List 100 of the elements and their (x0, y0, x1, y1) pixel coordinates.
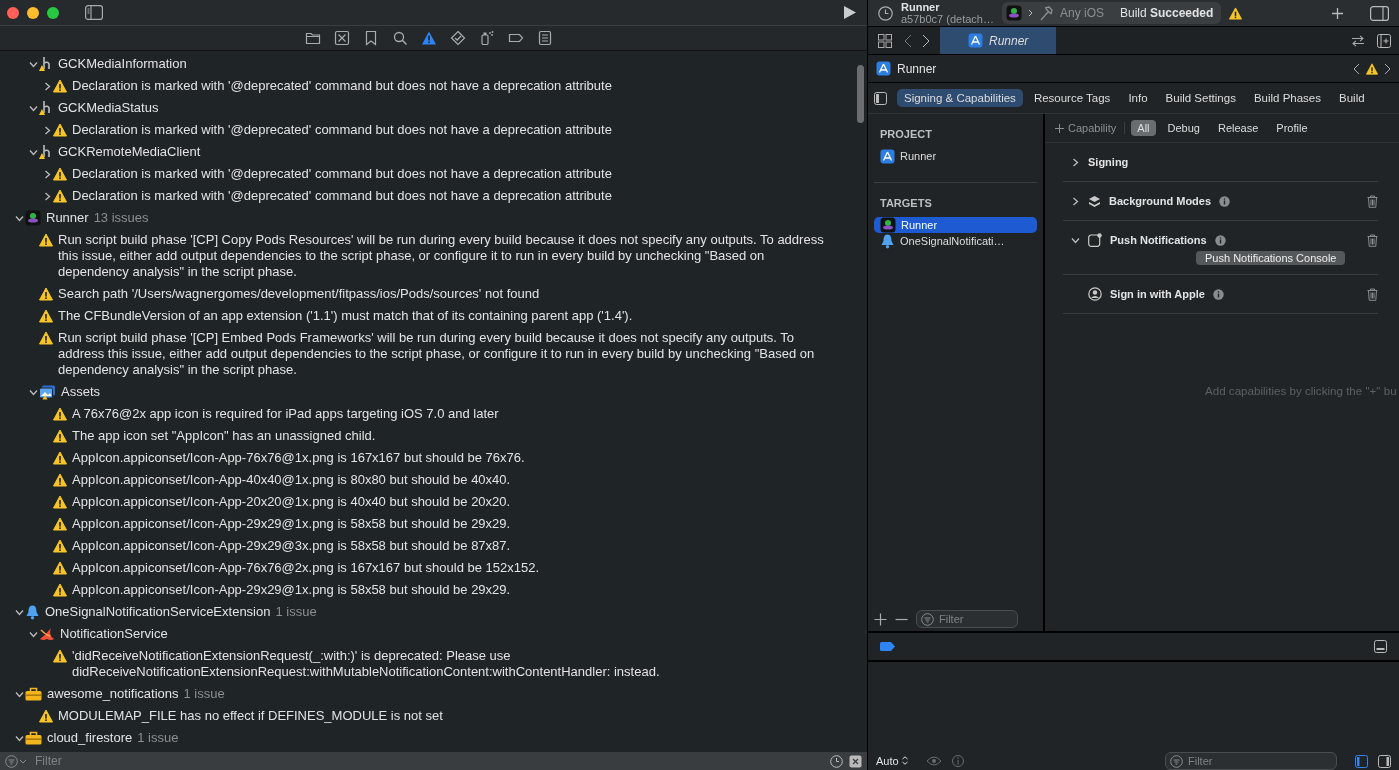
disclosure-chevron[interactable] (42, 81, 52, 91)
issue-message[interactable]: 'didReceiveNotificationExtensionRequest(_:with:)' is deprecated: Please use didReceiveNotificationExtensionRequest:withMutableNotificationContent:withContentHandler: instead. (72, 645, 842, 683)
settings-tab[interactable]: Signing & Capabilities (897, 89, 1023, 107)
disclosure-chevron[interactable] (14, 689, 24, 699)
disclosure-chevron[interactable] (42, 191, 52, 201)
settings-tab[interactable]: Build Phases (1246, 89, 1328, 107)
project-item[interactable]: Runner (874, 148, 1037, 164)
target-item[interactable]: OneSignalNotificati… (874, 233, 1037, 249)
disclosure-chevron[interactable] (28, 387, 38, 397)
issue-group-name[interactable]: NotificationService (60, 623, 168, 645)
scrollbar-thumb[interactable] (857, 65, 864, 123)
issue-message[interactable]: AppIcon.appiconset/Icon-App-29x29@3x.png is 58x58 but should be 87x87. (72, 535, 511, 557)
editor-tab[interactable]: Runner (940, 27, 1057, 54)
add-editor-icon[interactable] (1377, 33, 1391, 48)
console-button[interactable]: Push Notifications Console (1196, 251, 1346, 265)
configuration-filter[interactable]: Debug (1161, 120, 1206, 136)
configuration-filter[interactable]: All (1131, 120, 1156, 136)
issue-message[interactable]: AppIcon.appiconset/Icon-App-20x20@1x.png is 40x40 but should be 20x20. (72, 491, 511, 513)
scheme-destination-selector[interactable]: Any iOS Build Succeeded (1001, 2, 1222, 24)
inspector-toggle-icon[interactable] (1370, 5, 1389, 21)
settings-tab[interactable]: Build (1332, 89, 1372, 107)
configuration-filter[interactable]: Profile (1270, 120, 1314, 136)
issue-message[interactable]: AppIcon.appiconset/Icon-App-29x29@1x.png is 58x58 but should be 29x29. (72, 579, 511, 601)
disclosure-chevron[interactable] (28, 147, 38, 157)
issue-message[interactable]: Run script build phase '[CP] Copy Pods Resources' will be run during every build because it does not specify any outputs. To address this issue, either add output dependencies to the script phase, or configure it to run in every build by unchecking "Based on dependency analysis" in the script phase. (58, 229, 828, 283)
disclosure-chevron[interactable] (28, 59, 38, 69)
issue-message[interactable]: Declaration is marked with '@deprecated' command but does not have a deprecation attribute (72, 185, 612, 207)
issue-message[interactable]: Declaration is marked with '@deprecated' command but does not have a deprecation attribute (72, 119, 612, 141)
run-icon[interactable] (843, 5, 857, 20)
issue-message[interactable]: AppIcon.appiconset/Icon-App-76x76@1x.png is 167x167 but should be 76x76. (72, 447, 525, 469)
issue-message[interactable]: AppIcon.appiconset/Icon-App-29x29@1x.png is 58x58 but should be 29x29. (72, 513, 511, 535)
configuration-filter[interactable]: Release (1211, 120, 1265, 136)
info-icon[interactable] (1219, 195, 1231, 207)
issue-message[interactable]: The CFBundleVersion of an app extension ('1.1') must match that of its containing parent app ('1.4'). (58, 305, 633, 327)
issue-group-name[interactable]: cloud_firestore (47, 727, 133, 749)
settings-tab[interactable]: Resource Tags (1026, 89, 1118, 107)
filter-field[interactable]: Filter (916, 610, 1018, 628)
settings-tab[interactable]: Info (1121, 89, 1155, 107)
clock-icon[interactable] (878, 5, 893, 21)
disclosure-chevron[interactable] (1071, 157, 1080, 167)
forward-icon[interactable] (922, 33, 930, 48)
issue-group-name[interactable]: Assets (61, 381, 100, 403)
previous-issue-icon[interactable] (1353, 62, 1360, 75)
issue-message[interactable]: A 76x76@2x app icon is required for iPad apps targeting iOS 7.0 and later (72, 403, 499, 425)
add-icon[interactable] (874, 612, 887, 626)
eye-icon[interactable] (925, 756, 942, 766)
issue-message[interactable]: AppIcon.appiconset/Icon-App-76x76@2x.png is 167x167 but should be 152x152. (72, 557, 540, 579)
back-icon[interactable] (904, 33, 912, 48)
filter-menu-icon[interactable] (5, 754, 29, 768)
trash-icon[interactable] (1367, 287, 1378, 301)
right-panel-toggle-icon[interactable] (1378, 754, 1391, 768)
sidebar-toggle-icon[interactable] (85, 5, 103, 20)
issue-group-name[interactable]: Runner (46, 207, 89, 229)
close-icon[interactable] (849, 754, 862, 768)
add-capability-button[interactable]: Capability (1055, 122, 1126, 134)
disclosure-chevron[interactable] (14, 733, 24, 743)
grid-icon[interactable] (878, 33, 892, 48)
disclosure-chevron[interactable] (14, 213, 24, 223)
disclosure-chevron[interactable] (14, 607, 24, 617)
minimize-window-button[interactable] (27, 6, 39, 19)
filter-bar[interactable]: Filter (0, 752, 867, 770)
issue-message[interactable]: MODULEMAP_FILE has no effect if DEFINES_MODULE is not set (58, 705, 443, 727)
issue-group-name[interactable]: OneSignalNotificationServiceExtension (45, 601, 271, 623)
issue-message[interactable]: Declaration is marked with '@deprecated' command but does not have a deprecation attribute (72, 163, 612, 185)
recent-clock-icon[interactable] (830, 754, 843, 768)
issue-group-name[interactable]: GCKMediaInformation (58, 53, 187, 75)
settings-tab[interactable]: Build Settings (1158, 89, 1243, 107)
disclosure-chevron[interactable] (1071, 235, 1080, 245)
issue-message[interactable]: The app icon set "AppIcon" has an unassigned child. (72, 425, 376, 447)
disclosure-chevron[interactable] (28, 103, 38, 113)
target-item[interactable]: Runner (874, 217, 1037, 233)
info-icon[interactable] (951, 755, 964, 767)
info-icon[interactable] (1212, 288, 1224, 300)
jump-bar-item[interactable]: Runner (897, 61, 937, 76)
tests-tab-icon[interactable] (449, 30, 466, 46)
disclosure-chevron[interactable] (42, 125, 52, 135)
left-panel-toggle-icon[interactable] (1355, 754, 1368, 768)
issue-group-name[interactable]: GCKRemoteMediaClient (58, 141, 201, 163)
disclosure-chevron[interactable] (42, 169, 52, 179)
filter-field[interactable]: Filter (1165, 752, 1337, 770)
output-mode-selector[interactable]: Auto (876, 755, 908, 767)
info-icon[interactable] (1214, 234, 1226, 246)
reports-tab-icon[interactable] (536, 30, 553, 46)
breakpoint-toggle-icon[interactable] (880, 642, 895, 651)
next-issue-icon[interactable] (1384, 62, 1391, 75)
disclosure-chevron[interactable] (28, 629, 38, 639)
zoom-window-button[interactable] (47, 6, 59, 19)
issue-message[interactable]: Search path '/Users/wagnergomes/development/fitpass/ios/Pods/sources' not found (58, 283, 540, 305)
trash-icon[interactable] (1367, 233, 1378, 247)
sidebar-toggle-icon[interactable] (874, 91, 887, 105)
issues-tab-icon[interactable] (420, 30, 437, 46)
folder-tab-icon[interactable] (304, 30, 321, 46)
console-toggle-icon[interactable] (1374, 640, 1387, 653)
issue-message[interactable]: AppIcon.appiconset/Icon-App-40x40@1x.png is 80x80 but should be 40x40. (72, 469, 511, 491)
search-tab-icon[interactable] (391, 30, 408, 46)
disclosure-chevron[interactable] (1071, 196, 1080, 206)
issue-group-name[interactable]: awesome_notifications (47, 683, 179, 705)
trash-icon[interactable] (1367, 194, 1378, 208)
issue-group-name[interactable]: GCKMediaStatus (58, 97, 159, 119)
filter-field[interactable]: Filter (5, 753, 824, 769)
